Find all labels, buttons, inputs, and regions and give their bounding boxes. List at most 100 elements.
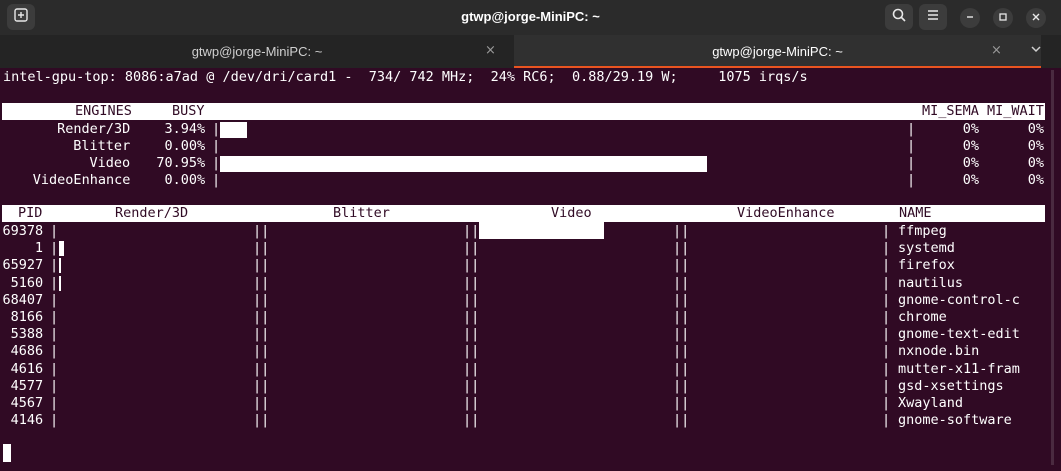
terminal-content[interactable]: intel-gpu-top: 8086:a7ad @ /dev/dri/card… xyxy=(0,68,1061,471)
close-icon xyxy=(1031,12,1041,25)
separator: || xyxy=(673,326,690,343)
name-column-header: NAME xyxy=(899,205,932,221)
engine-name: VideoEnhance xyxy=(32,172,131,188)
separator: | xyxy=(882,360,891,377)
separator: | xyxy=(882,223,891,239)
engines-header: ENGINES BUSY MI_SEMA MI_WAIT xyxy=(2,103,1045,120)
tab-close-icon[interactable]: × xyxy=(485,43,496,58)
engine-mi-sema: 0% xyxy=(962,138,980,154)
search-button[interactable] xyxy=(885,4,913,30)
separator: || xyxy=(463,274,480,291)
separator: || xyxy=(253,309,270,325)
client-name: gnome-control-c xyxy=(898,291,1020,308)
separator: | xyxy=(50,412,59,429)
engine-busy-bar xyxy=(220,156,707,172)
separator: | xyxy=(50,360,59,377)
separator: || xyxy=(673,257,690,274)
separator: | xyxy=(50,291,59,308)
client-name: gnome-text-edit xyxy=(898,326,1020,343)
separator: || xyxy=(463,360,480,377)
separator: | xyxy=(882,326,891,343)
separator: || xyxy=(463,377,480,394)
separator: | xyxy=(50,395,59,411)
engines-column-header: ENGINES xyxy=(75,103,132,119)
client-pid: 1 xyxy=(34,240,44,257)
client-pid: 68407 xyxy=(2,291,44,308)
blitter-column-header: Blitter xyxy=(333,205,390,221)
separator: || xyxy=(673,343,690,360)
client-render-bar xyxy=(59,241,64,257)
separator: | xyxy=(882,291,891,308)
separator: || xyxy=(673,309,690,325)
tab-1[interactable]: gtwp@jorge-MiniPC: ~ × xyxy=(0,35,514,68)
separator: || xyxy=(463,343,480,360)
separator: || xyxy=(253,257,270,274)
mi-wait-column-header: MI_WAIT xyxy=(987,103,1044,119)
scrollbar[interactable] xyxy=(1051,70,1054,465)
separator: | xyxy=(882,377,891,394)
search-icon xyxy=(891,7,907,27)
separator: | xyxy=(882,395,891,411)
pid-column-header: PID xyxy=(18,205,43,221)
separator: || xyxy=(673,360,690,377)
client-pid: 4146 xyxy=(10,412,44,429)
title-bar: gtwp@jorge-MiniPC: ~ xyxy=(0,0,1061,35)
engine-mi-sema: 0% xyxy=(962,121,980,137)
tab-2[interactable]: gtwp@jorge-MiniPC: ~ × xyxy=(514,35,1041,68)
client-render-bar xyxy=(59,275,61,291)
tab-close-icon[interactable]: × xyxy=(991,43,1002,58)
client-name: Xwayland xyxy=(898,395,964,411)
client-name: ffmpeg xyxy=(898,223,947,239)
client-name: systemd xyxy=(898,240,955,257)
separator: | xyxy=(882,240,891,257)
minimize-icon xyxy=(965,12,975,25)
client-pid: 4686 xyxy=(10,343,44,360)
busy-column-header: BUSY xyxy=(172,103,205,119)
client-pid: 4616 xyxy=(10,360,44,377)
client-name: gsd-xsettings xyxy=(898,377,1004,394)
separator: || xyxy=(463,223,480,239)
separator: | xyxy=(212,121,221,137)
separator: | xyxy=(907,172,916,188)
engine-mi-wait: 0% xyxy=(1027,155,1045,171)
separator: || xyxy=(253,274,270,291)
separator: || xyxy=(673,223,690,239)
client-pid: 4577 xyxy=(10,377,44,394)
separator: | xyxy=(907,155,916,171)
separator: || xyxy=(463,291,480,308)
client-pid: 69378 xyxy=(2,223,44,239)
client-pid: 65927 xyxy=(2,257,44,274)
client-pid: 8166 xyxy=(10,309,44,325)
separator: || xyxy=(253,343,270,360)
engine-name: Render/3D xyxy=(57,121,131,137)
maximize-button[interactable] xyxy=(993,8,1013,28)
separator: | xyxy=(882,274,891,291)
separator: | xyxy=(907,138,916,154)
separator: || xyxy=(673,291,690,308)
engine-mi-wait: 0% xyxy=(1027,138,1045,154)
separator: || xyxy=(253,360,270,377)
separator: | xyxy=(882,412,891,429)
mi-sema-column-header: MI_SEMA xyxy=(922,103,979,119)
separator: | xyxy=(882,343,891,360)
separator: || xyxy=(673,395,690,411)
menu-button[interactable] xyxy=(919,4,947,30)
separator: || xyxy=(253,223,270,239)
engine-busy-bar xyxy=(220,122,248,138)
client-name: nxnode.bin xyxy=(898,343,980,360)
client-pid: 4567 xyxy=(10,395,44,411)
separator: | xyxy=(882,257,891,274)
separator: | xyxy=(50,257,59,274)
client-name: firefox xyxy=(898,257,955,274)
tab-bar: gtwp@jorge-MiniPC: ~ × gtwp@jorge-MiniPC… xyxy=(0,35,1061,68)
engine-mi-sema: 0% xyxy=(962,155,980,171)
separator: || xyxy=(463,240,480,257)
hamburger-menu-icon xyxy=(926,8,940,26)
render-column-header: Render/3D xyxy=(115,205,189,221)
separator: | xyxy=(212,138,221,154)
minimize-button[interactable] xyxy=(960,8,980,28)
engine-busy-value: 3.94% xyxy=(164,121,206,137)
tabs-dropdown-button[interactable] xyxy=(1030,43,1042,58)
client-pid: 5160 xyxy=(10,274,44,291)
close-button[interactable] xyxy=(1026,8,1046,28)
